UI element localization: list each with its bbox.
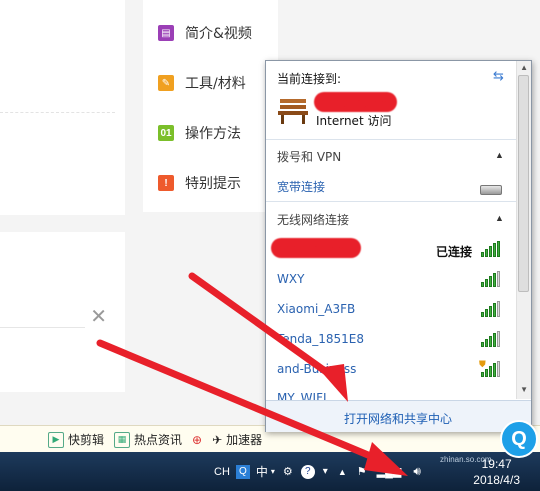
accelerator-icon: ✈ [212,432,223,447]
content-card: ✕ [0,232,125,392]
windows-taskbar: CH Q 中 ▾ ⚙ ? ▾ ▲ ⚑ ▂▄▆ 🔊︎ 19:47 2018/4/3… [0,452,540,491]
language-indicator[interactable]: CH [214,466,230,478]
dashed-divider [0,112,115,113]
action-center-flag-icon[interactable]: ⚑ [357,465,367,478]
menu-item-steps[interactable]: 01 操作方法 [158,122,241,144]
menu-item-intro[interactable]: ▤ 简介&视频 [158,22,252,44]
network-tray-icon[interactable]: ▂▄▆ [377,465,402,478]
menu-item-label: 特别提示 [185,176,241,192]
plus-circle-icon: ⊕ [192,432,203,447]
open-network-sharing-center-link[interactable]: 打开网络和共享中心 [344,410,452,427]
ime-menu-icon[interactable]: ▾ [323,466,328,477]
signal-strength-icon [481,301,501,317]
modem-icon [480,185,502,195]
internet-access-status: Internet 访问 [316,114,392,128]
scroll-up-icon[interactable]: ▲ [520,63,528,72]
dialup-vpn-header[interactable]: 拨号和 VPN [277,148,341,165]
input-underline [0,327,85,328]
ime-mode[interactable]: 中 [256,463,268,480]
section-divider [266,201,516,202]
toolbar-item-label: 加速器 [226,433,263,447]
wifi-network-item[interactable]: WXY [277,272,304,286]
menu-item-label: 工具/材料 [185,76,246,92]
toolbar-item-news[interactable]: ▦ 热点资讯 [114,431,182,448]
flyout-scrollbar[interactable]: ▲ ▼ [516,61,531,399]
ime-q-icon[interactable]: Q [235,464,250,479]
scrollbar-thumb[interactable] [518,75,529,292]
wifi-network-item[interactable]: hongling888 [271,238,361,258]
close-icon[interactable]: ✕ [90,304,107,329]
volume-icon[interactable]: 🔊︎ [413,464,421,479]
content-card [0,0,125,215]
wifi-network-item[interactable]: Xiaomi_A3FB [277,302,355,316]
current-network-name: hongling888 [314,92,397,112]
article-menu: ▤ 简介&视频 ✎ 工具/材料 01 操作方法 ! 特别提示 [143,0,278,212]
ime-settings-icon[interactable]: ⚙ [283,465,293,478]
doc-icon: ▤ [158,25,174,41]
wifi-network-item[interactable]: MY_WIFI [277,391,327,400]
broadband-connection-item[interactable]: 宽带连接 [277,178,325,195]
flyout-footer: 打开网络和共享中心 [266,400,531,432]
network-bench-icon [278,99,308,124]
system-tray: CH Q 中 ▾ ⚙ ? ▾ ▲ ⚑ ▂▄▆ 🔊︎ [214,452,421,491]
refresh-icon[interactable]: ⇆ [493,68,504,84]
connected-status: 已连接 [436,245,473,259]
tool-icon: ✎ [158,75,174,91]
ime-dropdown-icon[interactable]: ▾ [271,467,275,476]
signal-strength-warning-icon: ⛊ [479,359,501,377]
news-icon: ▦ [114,431,131,448]
menu-item-label: 简介&视频 [185,26,252,42]
toolbar-item-plus[interactable]: ⊕ [192,433,202,447]
signal-strength-icon [481,241,501,257]
alert-icon: ! [158,175,174,191]
collapse-caret-icon[interactable]: ▲ [495,150,504,160]
network-flyout: ▲ ▼ 当前连接到: ⇆ hongling888 Internet 访问 拨号和… [265,60,532,432]
toolbar-item-accelerator[interactable]: ✈ 加速器 [212,431,262,448]
wifi-network-item[interactable]: and-Business [277,362,356,376]
wireless-connections-header[interactable]: 无线网络连接 [277,211,349,228]
clock-date: 2018/4/3 [473,473,520,487]
toolbar-item-label: 热点资讯 [134,433,183,447]
section-divider [266,139,516,140]
watermark-text: zhinan.so.com [440,455,492,464]
steps-icon: 01 [158,125,174,141]
play-icon: ▶ [48,431,64,448]
menu-item-label: 操作方法 [185,126,241,142]
help-icon[interactable]: ? [300,464,315,479]
toolbar-item-label: 快剪辑 [68,433,105,447]
wifi-network-item[interactable]: Tenda_1851E8 [277,332,364,346]
scroll-down-icon[interactable]: ▼ [520,385,528,394]
menu-item-tips[interactable]: ! 特别提示 [158,172,241,194]
tray-expand-icon[interactable]: ▲ [338,467,347,477]
current-connection-title: 当前连接到: [277,72,342,86]
menu-item-tools[interactable]: ✎ 工具/材料 [158,72,246,94]
toolbar-item-quickclip[interactable]: ▶ 快剪辑 [48,431,104,448]
assistant-q-icon[interactable]: Q [500,420,538,458]
collapse-caret-icon[interactable]: ▲ [495,213,504,223]
signal-strength-icon [481,271,501,287]
signal-strength-icon [481,331,501,347]
